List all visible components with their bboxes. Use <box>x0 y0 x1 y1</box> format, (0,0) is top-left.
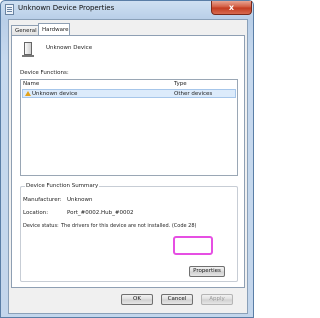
device-name: Unknown Device <box>46 45 93 51</box>
title-bar[interactable]: Unknown Device Properties x <box>1 1 255 19</box>
cancel-button[interactable]: Cancel <box>161 294 193 305</box>
properties-highlight-box <box>173 236 213 255</box>
device-icon <box>22 42 34 58</box>
apply-button[interactable]: Apply <box>201 294 233 305</box>
location-value: Port_#0002.Hub_#0002 <box>67 210 134 216</box>
close-button[interactable]: x <box>211 1 252 15</box>
manufacturer-label: Manufacturer: <box>23 197 62 203</box>
device-status-value: The drivers for this device are not inst… <box>61 223 197 229</box>
column-header-name[interactable]: Name <box>23 81 39 87</box>
dialog-client-area: General Hardware Unknown Device Device F… <box>8 19 248 314</box>
column-header-type[interactable]: Type <box>174 81 187 87</box>
device-functions-list[interactable]: Name Type Unknown device Other devices <box>20 79 238 176</box>
properties-button[interactable]: Properties <box>189 266 225 277</box>
device-manager-icon <box>5 4 14 15</box>
device-function-summary: Device Function Summary Manufacturer: Un… <box>20 183 238 282</box>
device-function-name: Unknown device <box>32 91 78 97</box>
device-functions-label: Device Functions: <box>20 70 69 76</box>
manufacturer-value: Unknown <box>67 197 93 203</box>
device-status-label: Device status: <box>23 223 59 229</box>
summary-title: Device Function Summary <box>25 183 100 189</box>
window-title: Unknown Device Properties <box>18 4 115 12</box>
warning-icon <box>25 91 31 96</box>
list-item[interactable]: Unknown device Other devices <box>22 89 236 98</box>
location-label: Location: <box>23 210 49 216</box>
ok-button[interactable]: OK <box>121 294 153 305</box>
properties-window: Unknown Device Properties x General Hard… <box>0 0 254 318</box>
device-function-type: Other devices <box>174 91 213 97</box>
